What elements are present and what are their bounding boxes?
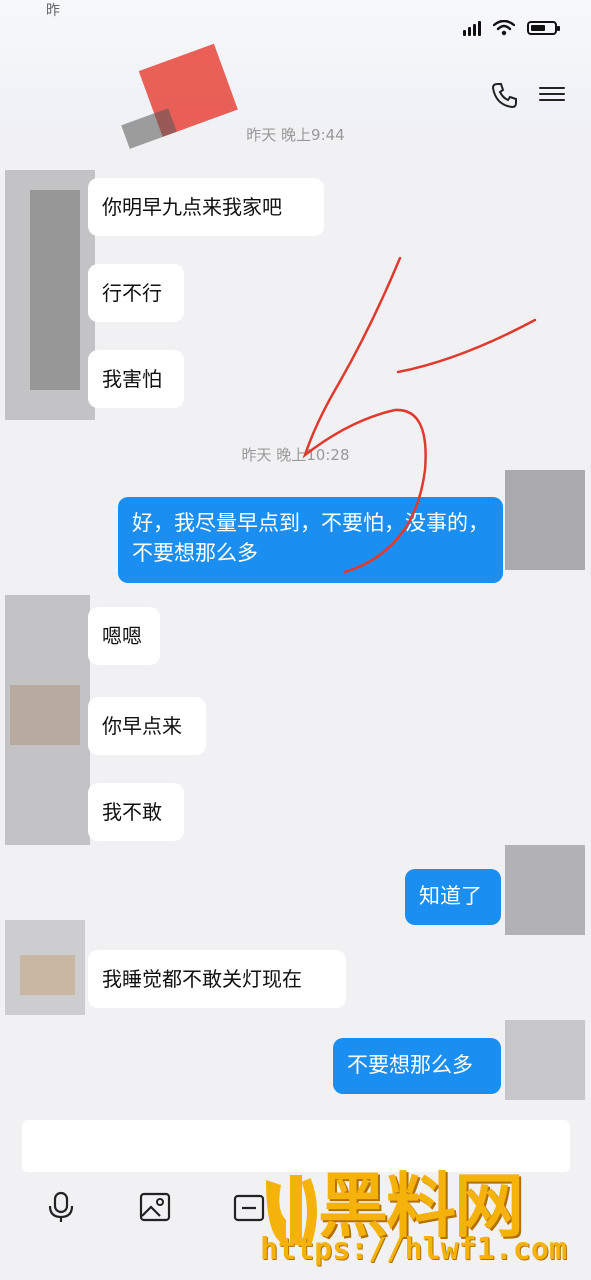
- watermark-url: https://hlwf1.com: [260, 1232, 568, 1267]
- top-bar: 昨: [0, 0, 591, 125]
- timestamp: 昨天 晚上10:28: [241, 446, 350, 464]
- image-icon[interactable]: [138, 1190, 172, 1224]
- message-received[interactable]: 你明早九点来我家吧: [88, 178, 324, 236]
- avatar-scribble: [505, 470, 585, 570]
- message-received[interactable]: 嗯嗯: [88, 607, 160, 665]
- message-received[interactable]: 你早点来: [88, 697, 206, 755]
- avatar-scribble: [505, 845, 585, 935]
- message-sent[interactable]: 好，我尽量早点到，不要怕，没事的，不要想那么多: [118, 497, 503, 583]
- camera-icon[interactable]: [232, 1190, 266, 1224]
- avatar-scribble: [505, 1020, 585, 1100]
- message-received[interactable]: 我睡觉都不敢关灯现在: [88, 950, 346, 1008]
- status-time: 昨: [46, 3, 60, 19]
- timestamp: 昨天 晚上9:44: [246, 126, 345, 144]
- microphone-icon[interactable]: [44, 1190, 78, 1224]
- avatar-scribble: [5, 920, 85, 1015]
- menu-icon[interactable]: [539, 83, 565, 107]
- phone-icon[interactable]: [490, 80, 520, 110]
- wifi-icon: [493, 20, 515, 36]
- message-received[interactable]: 行不行: [88, 264, 184, 322]
- message-sent[interactable]: 不要想那么多: [333, 1038, 501, 1094]
- avatar-scribble: [5, 595, 90, 845]
- signal-icon: [463, 20, 481, 36]
- message-received[interactable]: 我害怕: [88, 350, 184, 408]
- battery-icon: [527, 21, 560, 35]
- status-icons: [463, 20, 560, 36]
- message-received[interactable]: 我不敢: [88, 783, 184, 841]
- message-sent[interactable]: 知道了: [405, 869, 501, 925]
